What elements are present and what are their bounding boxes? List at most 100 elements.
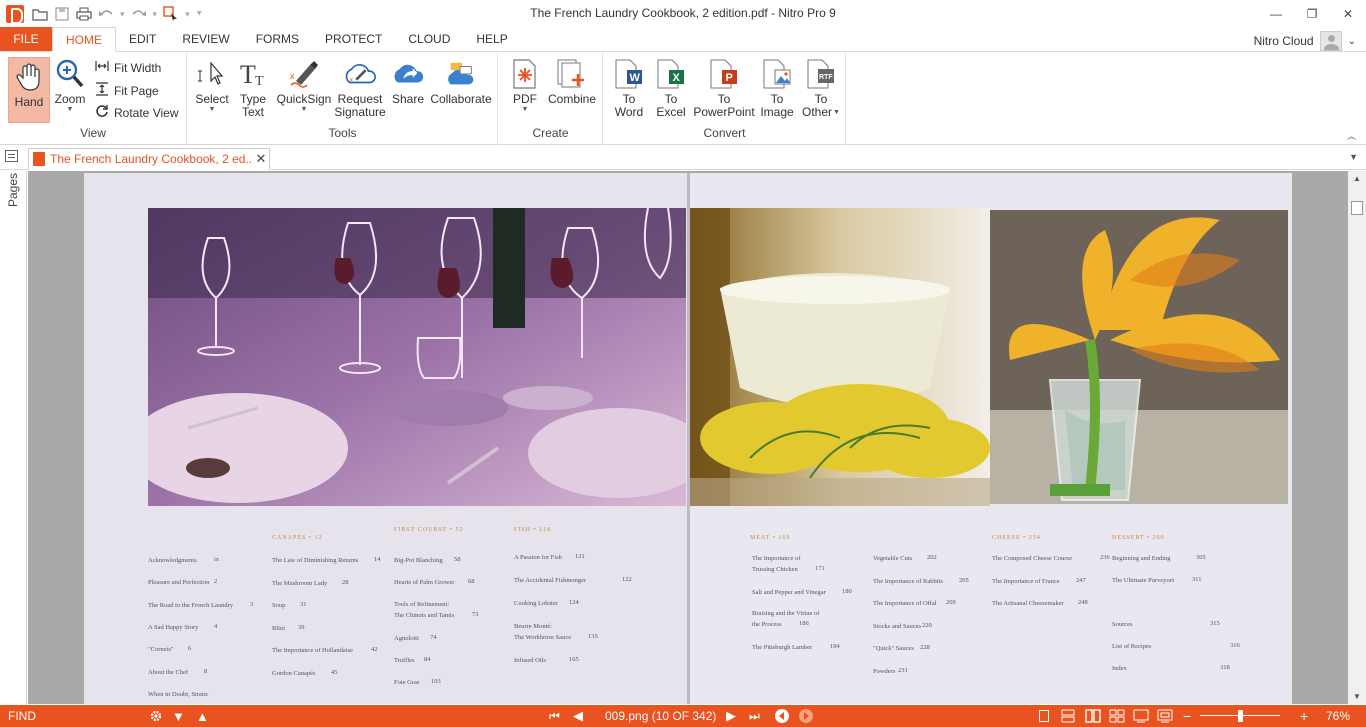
print-icon[interactable] [76, 6, 92, 22]
tab-protect[interactable]: PROTECT [312, 27, 395, 51]
facing-view-icon[interactable] [1085, 705, 1101, 727]
rotate-view-button[interactable]: Rotate View [95, 104, 178, 121]
tab-home[interactable]: HOME [52, 27, 116, 52]
toc-entry: The Importance of Hollandaise [272, 647, 354, 654]
toc-entry: The Chinois and Tamis [394, 612, 455, 619]
tab-help[interactable]: HELP [463, 27, 520, 51]
to-word-label-2: Word [614, 105, 644, 119]
collaborate-button[interactable]: Collaborate [430, 57, 492, 106]
vertical-scrollbar[interactable]: ▲ ▼ [1348, 171, 1366, 704]
cover-view-icon[interactable] [1133, 705, 1149, 727]
toc-page-number: 220 [922, 621, 932, 629]
find-button[interactable]: FIND [8, 705, 36, 727]
panel-toggle-icon[interactable] [5, 150, 18, 162]
next-view-icon[interactable] [798, 705, 814, 727]
undo-icon[interactable] [98, 6, 114, 22]
create-pdf-button[interactable]: PDF ▼ [509, 57, 541, 114]
request-signature-button[interactable]: x Request Signature [334, 57, 386, 119]
to-other-dropdown-icon[interactable]: ▼ [833, 109, 840, 117]
fullscreen-view-icon[interactable] [1157, 705, 1173, 727]
open-folder-icon[interactable] [32, 6, 48, 22]
toc-page-number: 31 [300, 601, 307, 608]
toc-page-number: 171 [815, 565, 825, 572]
page-indicator[interactable]: 009.png (10 OF 342) [605, 705, 716, 727]
redo-icon[interactable] [131, 6, 147, 22]
zoom-button[interactable]: Zoom ▼ [53, 57, 87, 114]
toc-page-number: 2 [214, 578, 218, 586]
qat-dropdown-icon[interactable]: ▾ [185, 9, 190, 20]
find-next-icon[interactable]: ▼ [172, 705, 185, 727]
avatar[interactable] [1319, 31, 1342, 51]
zoom-percentage[interactable]: 76% [1326, 705, 1350, 727]
to-other-button[interactable]: RTF To Other ▼ [802, 57, 840, 119]
type-text-button[interactable]: TT Type Text [236, 57, 270, 119]
minimize-button[interactable]: — [1258, 0, 1294, 28]
restore-button[interactable]: ❐ [1294, 0, 1330, 28]
to-excel-button[interactable]: X To Excel [654, 57, 688, 119]
customize-qat-icon[interactable]: ⯆ [196, 9, 203, 20]
document-tab[interactable]: The French Laundry Cookbook, 2 ed... ✕ [28, 148, 270, 170]
select-button[interactable]: Select ▼ [195, 57, 229, 114]
tab-file[interactable]: FILE [0, 27, 52, 51]
single-page-view-icon[interactable] [1039, 705, 1049, 727]
create-pdf-dropdown-icon[interactable]: ▼ [522, 106, 529, 114]
toc-page-number: 248 [1078, 599, 1088, 606]
previous-page-icon[interactable]: ◀ [573, 705, 583, 727]
scroll-up-icon[interactable]: ▲ [1353, 174, 1361, 183]
toc-entry: The Workhorse Sauce [514, 634, 572, 641]
zoom-label: Zoom [54, 92, 86, 106]
to-image-button[interactable]: To Image [760, 57, 794, 119]
fit-width-button[interactable]: Fit Width [95, 60, 161, 75]
tab-cloud[interactable]: CLOUD [395, 27, 463, 51]
scrollbar-thumb[interactable] [1351, 201, 1363, 215]
close-button[interactable]: ✕ [1330, 0, 1366, 28]
first-page-icon[interactable]: ⏮ [549, 705, 560, 727]
toc-page-number: 3 [250, 600, 254, 608]
toc-heading-fish: FISH • 118 [514, 527, 551, 533]
scroll-down-icon[interactable]: ▼ [1353, 692, 1361, 701]
toc-entry: Hearts of Palm Grower [394, 579, 455, 586]
find-previous-icon[interactable]: ▲ [196, 705, 209, 727]
toc-page-number: 4 [214, 622, 218, 630]
chevron-down-icon[interactable]: ⌄ [1348, 36, 1356, 47]
quicksign-dropdown-icon[interactable]: ▼ [301, 106, 308, 114]
zoom-in-icon[interactable]: + [1300, 705, 1308, 727]
hand-button[interactable]: Hand [8, 57, 50, 123]
last-page-icon[interactable]: ⏭ [749, 705, 760, 727]
tab-list-dropdown-icon[interactable]: ▼ [1349, 152, 1358, 162]
nitro-logo-icon[interactable] [6, 5, 24, 24]
toc-entry: Braising and the Virtue of [752, 610, 820, 617]
to-word-button[interactable]: W To Word [612, 57, 646, 119]
select-tool-qat-icon[interactable] [163, 6, 179, 22]
to-powerpoint-button[interactable]: P To PowerPoint [692, 57, 756, 119]
page-left: Acknowledgments ix Pleasure and Perfection… [84, 173, 688, 704]
tab-forms[interactable]: FORMS [243, 27, 312, 51]
tab-edit[interactable]: EDIT [116, 27, 169, 51]
quick-access-toolbar: ▾ ▾ ▾ ⯆ [32, 6, 203, 22]
zoom-dropdown-icon[interactable]: ▼ [67, 106, 74, 114]
combine-icon [556, 57, 588, 91]
settings-gear-icon[interactable] [149, 705, 163, 727]
facing-continuous-view-icon[interactable] [1109, 705, 1125, 727]
continuous-view-icon[interactable] [1061, 705, 1075, 727]
zoom-out-icon[interactable]: − [1183, 705, 1191, 727]
close-tab-icon[interactable]: ✕ [253, 151, 269, 167]
next-page-icon[interactable]: ▶ [726, 705, 736, 727]
toc-page-number: 45 [331, 668, 338, 676]
document-viewer[interactable]: Acknowledgments ix Pleasure and Perfection… [28, 171, 1348, 704]
save-icon[interactable] [54, 6, 70, 22]
collapse-ribbon-icon[interactable]: ︿ [1347, 129, 1356, 142]
quicksign-button[interactable]: x QuickSign ▼ [276, 57, 332, 114]
previous-view-icon[interactable] [774, 705, 790, 727]
toc-entry: Gordon Canapés [272, 669, 316, 677]
share-button[interactable]: Share [390, 57, 426, 106]
select-dropdown-icon[interactable]: ▼ [209, 106, 216, 114]
pages-panel-tab[interactable]: Pages [6, 173, 20, 207]
zoom-slider-thumb[interactable] [1238, 710, 1243, 722]
tab-review[interactable]: REVIEW [169, 27, 242, 51]
cloud-account[interactable]: Nitro Cloud ⌄ [1254, 31, 1356, 51]
redo-dropdown-icon[interactable]: ▾ [153, 9, 158, 20]
undo-dropdown-icon[interactable]: ▾ [120, 9, 125, 20]
fit-page-button[interactable]: Fit Page [95, 82, 159, 99]
combine-button[interactable]: Combine [547, 57, 597, 106]
